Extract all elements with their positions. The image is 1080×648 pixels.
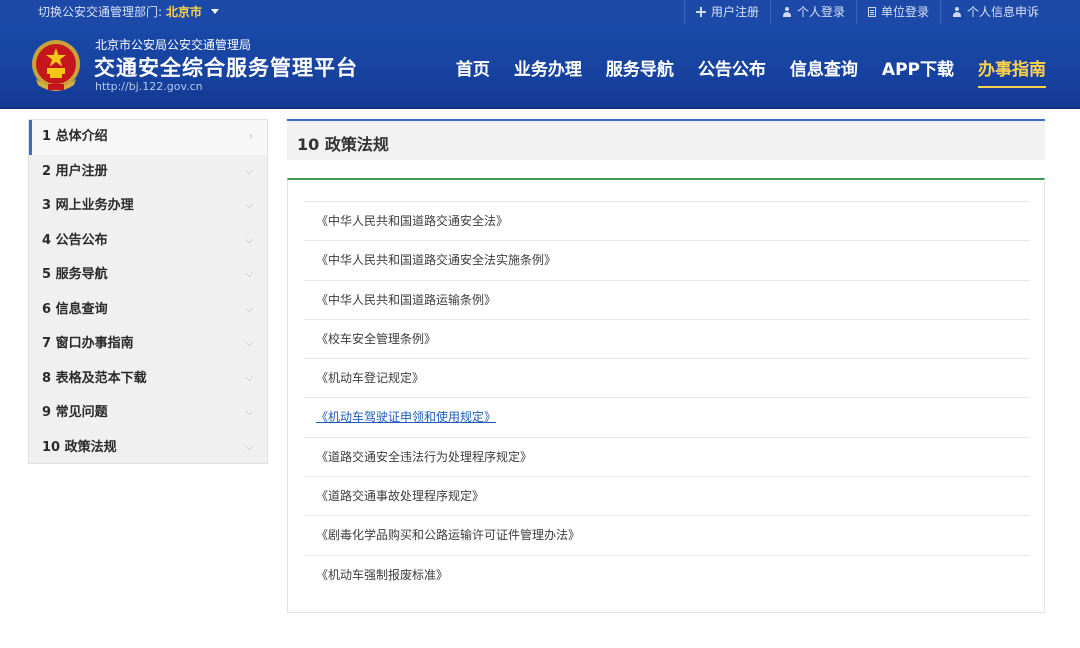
top-links: 用户注册 个人登录 单位登录 个人信息申诉 (683, 0, 1050, 24)
law-link[interactable]: 《中华人民共和国道路交通安全法》 (316, 214, 508, 228)
nav-service-guide[interactable]: 服务导航 (606, 55, 674, 88)
user-icon (782, 7, 792, 17)
sidebar-item-online-business[interactable]: 3 网上业务办理 ⌵ (29, 189, 267, 224)
sidebar-item-announcements[interactable]: 4 公告公布 ⌵ (29, 224, 267, 259)
list-item[interactable]: 《剧毒化学品购买和公路运输许可证件管理办法》 (304, 515, 1030, 554)
top-utility-bar: 切换公安交通管理部门: 北京市 用户注册 个人登录 单位登录 个人信息申诉 (0, 0, 1080, 24)
law-link[interactable]: 《机动车登记规定》 (316, 371, 424, 385)
company-login-link[interactable]: 单位登录 (855, 0, 940, 24)
site-header: 北京市公安局公安交通管理局 交通安全综合服务管理平台 http://bj.122… (0, 24, 1080, 109)
department-switcher[interactable]: 切换公安交通管理部门: 北京市 (38, 0, 219, 24)
nav-info-query[interactable]: 信息查询 (790, 55, 858, 88)
caret-down-icon[interactable] (210, 9, 219, 14)
content-panel: 《中华人民共和国道路交通安全法》 《中华人民共和国道路交通安全法实施条例》 《中… (287, 178, 1045, 613)
sidebar-item-window-guide[interactable]: 7 窗口办事指南 ⌵ (29, 327, 267, 362)
register-link[interactable]: 用户注册 (683, 0, 770, 24)
chevron-right-icon: › (249, 131, 253, 142)
law-link[interactable]: 《中华人民共和国道路交通安全法实施条例》 (316, 253, 556, 267)
sidebar-item-label: 10 政策法规 (42, 439, 117, 455)
list-item[interactable]: 《校车安全管理条例》 (304, 318, 1030, 358)
law-link[interactable]: 《机动车强制报废标准》 (316, 568, 448, 582)
sidebar-item-label: 9 常见问题 (42, 405, 108, 420)
sidebar-item-service-guide[interactable]: 5 服务导航 ⌵ (29, 258, 267, 293)
law-link[interactable]: 《校车安全管理条例》 (316, 332, 436, 346)
document-icon (867, 7, 876, 17)
info-appeal-label: 个人信息申诉 (966, 5, 1039, 19)
sidebar-item-label: 8 表格及范本下载 (42, 370, 147, 386)
law-list: 《中华人民共和国道路交通安全法》 《中华人民共和国道路交通安全法实施条例》 《中… (304, 201, 1030, 594)
sidebar-item-policies[interactable]: 10 政策法规 ⌵ (29, 431, 267, 466)
site-title[interactable]: 交通安全综合服务管理平台 (94, 52, 358, 82)
police-emblem-logo[interactable] (26, 35, 86, 95)
sidebar-item-label: 4 公告公布 (42, 232, 108, 248)
chevron-down-icon: ⌵ (245, 200, 253, 211)
law-link[interactable]: 《机动车驾驶证申领和使用规定》 (316, 410, 496, 424)
sidebar-item-label: 6 信息查询 (42, 301, 108, 317)
sidebar-item-label: 7 窗口办事指南 (42, 336, 134, 351)
chevron-down-icon: ⌵ (245, 303, 253, 315)
nav-home[interactable]: 首页 (456, 55, 490, 88)
sidebar-item-label: 3 网上业务办理 (42, 198, 134, 213)
main-nav: 首页 业务办理 服务导航 公告公布 信息查询 APP下载 办事指南 (432, 55, 1046, 88)
list-item[interactable]: 《道路交通事故处理程序规定》 (304, 476, 1030, 515)
chevron-down-icon: ⌵ (245, 234, 253, 246)
sidebar-item-label: 5 服务导航 (42, 267, 108, 282)
law-link[interactable]: 《道路交通安全违法行为处理程序规定》 (316, 450, 532, 464)
sidebar-item-label: 1 总体介绍 (42, 129, 108, 144)
department-city[interactable]: 北京市 (166, 5, 202, 19)
chevron-down-icon: ⌵ (245, 372, 253, 384)
chevron-down-icon: ⌵ (245, 407, 253, 418)
list-item[interactable]: 《机动车登记规定》 (304, 358, 1030, 397)
list-item[interactable]: 《中华人民共和国道路交通安全法》 (304, 201, 1030, 240)
list-item[interactable]: 《中华人民共和国道路运输条例》 (304, 279, 1030, 319)
sidebar-item-info-query[interactable]: 6 信息查询 ⌵ (29, 293, 267, 328)
chevron-down-icon: ⌵ (245, 165, 253, 177)
nav-business[interactable]: 业务办理 (514, 55, 582, 88)
department-label: 切换公安交通管理部门: (38, 5, 163, 19)
sidebar-item-faq[interactable]: 9 常见问题 ⌵ (29, 396, 267, 431)
law-link[interactable]: 《中华人民共和国道路运输条例》 (316, 293, 496, 307)
sidebar-item-registration[interactable]: 2 用户注册 ⌵ (29, 155, 267, 190)
chevron-down-icon: ⌵ (245, 269, 253, 280)
section-title-bar: 10 政策法规 (287, 119, 1045, 160)
personal-login-link[interactable]: 个人登录 (769, 0, 856, 24)
page-title: 10 政策法规 (297, 135, 389, 154)
list-item[interactable]: 《中华人民共和国道路交通安全法实施条例》 (304, 240, 1030, 279)
sidebar-item-label: 2 用户注册 (42, 163, 108, 179)
nav-app-download[interactable]: APP下载 (882, 55, 954, 88)
sidebar-item-overview[interactable]: 1 总体介绍 › (29, 120, 267, 155)
nav-guide[interactable]: 办事指南 (978, 55, 1046, 88)
user-icon (952, 7, 962, 17)
list-item[interactable]: 《机动车驾驶证申领和使用规定》 (304, 397, 1030, 436)
chevron-down-icon: ⌵ (245, 338, 253, 349)
company-login-label: 单位登录 (880, 5, 929, 19)
personal-login-label: 个人登录 (796, 5, 845, 19)
law-link[interactable]: 《道路交通事故处理程序规定》 (316, 489, 484, 503)
list-item[interactable]: 《机动车强制报废标准》 (304, 554, 1030, 594)
plus-icon (695, 7, 706, 17)
law-link[interactable]: 《剧毒化学品购买和公路运输许可证件管理办法》 (316, 528, 580, 542)
site-organization: 北京市公安局公安交通管理局 (95, 38, 252, 52)
sidebar: 1 总体介绍 › 2 用户注册 ⌵ 3 网上业务办理 ⌵ 4 公告公布 ⌵ 5 服务导航… (28, 119, 268, 464)
chevron-down-icon: ⌵ (245, 441, 253, 453)
sidebar-item-forms-download[interactable]: 8 表格及范本下载 ⌵ (29, 362, 267, 397)
nav-announcements[interactable]: 公告公布 (698, 55, 766, 88)
info-appeal-link[interactable]: 个人信息申诉 (939, 0, 1050, 24)
list-item[interactable]: 《道路交通安全违法行为处理程序规定》 (304, 436, 1030, 476)
site-url: http://bj.122.gov.cn (95, 80, 203, 93)
register-label: 用户注册 (710, 5, 759, 19)
